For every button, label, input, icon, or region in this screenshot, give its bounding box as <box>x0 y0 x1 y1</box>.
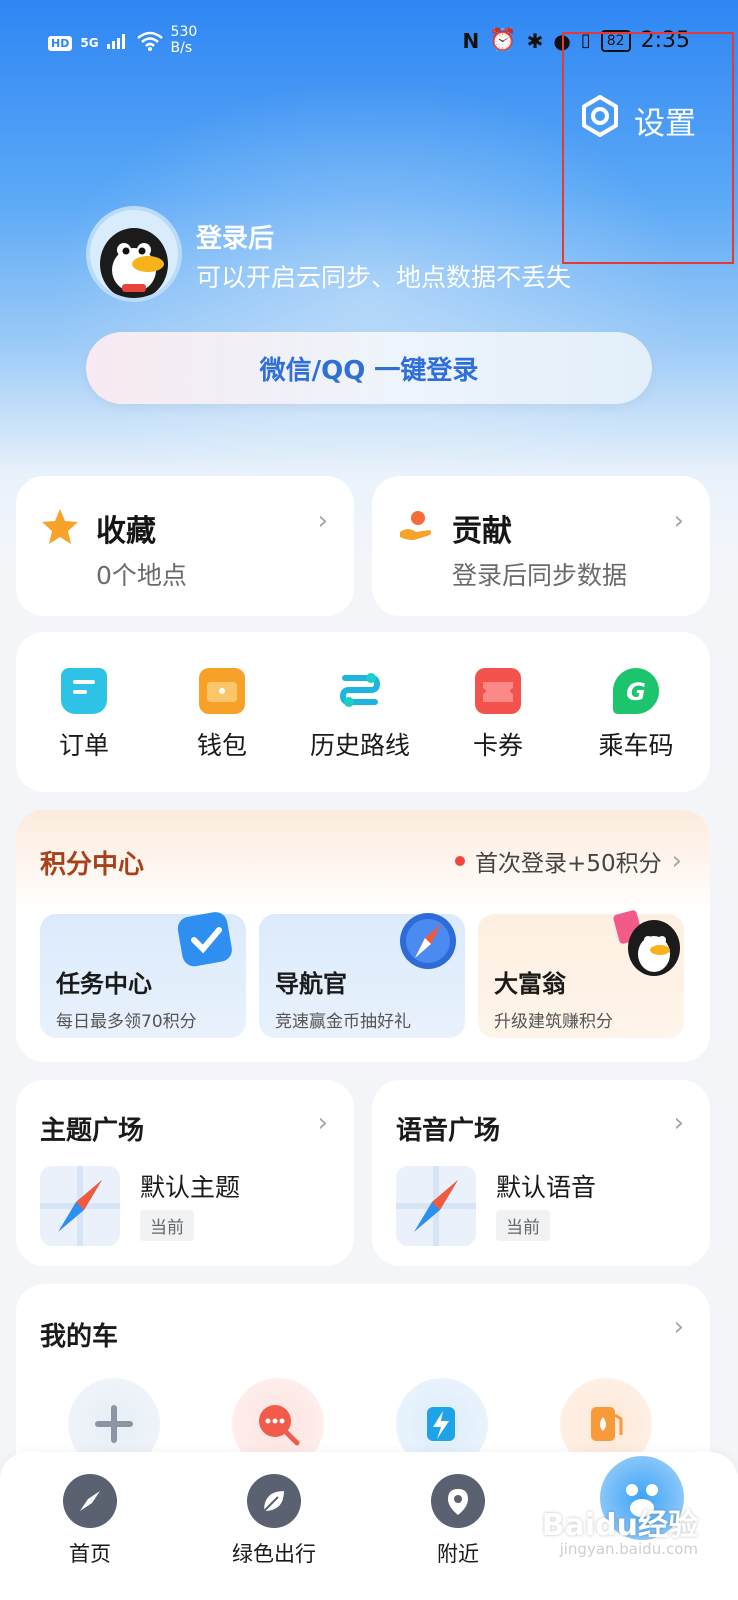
points-card-subtitle: 每日最多领70积分 <box>56 1012 197 1032</box>
plus-icon <box>95 1405 133 1443</box>
avatar[interactable] <box>86 206 182 302</box>
nav-home[interactable]: 首页 <box>30 1474 150 1568</box>
charging-station-icon <box>427 1407 455 1441</box>
nav-green-travel[interactable]: 绿色出行 <box>214 1474 334 1568</box>
tool-label: 订单 <box>58 731 109 760</box>
login-subtitle: 可以开启云同步、地点数据不丢失 <box>196 263 572 292</box>
chevron-right-icon: › <box>317 1108 328 1138</box>
settings-gear-icon <box>578 94 622 146</box>
default-voice-label: 默认语音 <box>496 1173 597 1202</box>
settings-label: 设置 <box>634 105 696 142</box>
tool-label: 历史路线 <box>309 731 410 760</box>
tool-order[interactable]: 订单 <box>16 668 152 762</box>
svg-text:G: G <box>626 678 646 706</box>
signal-bars-icon <box>106 33 129 53</box>
points-card-subtitle: 升级建筑赚积分 <box>494 1012 613 1032</box>
contribution-card[interactable]: 贡献 登录后同步数据 › <box>372 476 710 616</box>
promo-text: 首次登录+50积分 <box>475 851 662 877</box>
points-center-title: 积分中心 <box>40 850 145 880</box>
wallet-icon <box>199 668 245 714</box>
map-pin-icon <box>431 1474 485 1528</box>
chevron-right-icon: › <box>671 846 682 876</box>
penguin-card-icon <box>608 904 684 984</box>
fuel-pump-icon <box>591 1407 623 1441</box>
alarm-icon: ⏰ <box>489 28 517 53</box>
leaf-icon <box>247 1474 301 1528</box>
hd-badge: HD <box>48 35 73 51</box>
contribution-subtitle: 登录后同步数据 <box>452 561 628 590</box>
settings-highlight-box: 设置 <box>562 32 734 264</box>
chevron-right-icon: › <box>673 506 684 536</box>
favorites-title: 收藏 <box>96 514 156 549</box>
nfc-icon: N <box>462 28 480 53</box>
first-login-promo[interactable]: 首次登录+50积分 › <box>455 844 682 878</box>
wechat-qq-login-button[interactable]: 微信/QQ 一键登录 <box>86 332 652 404</box>
points-center-card: 积分中心 首次登录+50积分 › 任务中心 每日最多领70积分 导航官 竞速赢金… <box>16 810 710 1062</box>
task-center-card[interactable]: 任务中心 每日最多领70积分 <box>40 912 246 1038</box>
red-dot-icon <box>455 856 466 866</box>
order-icon <box>61 668 107 714</box>
navigator-card[interactable]: 导航官 竞速赢金币抽好礼 <box>259 913 465 1038</box>
nav-label: 附近 <box>437 1542 479 1566</box>
coupon-icon <box>475 668 521 714</box>
current-tag: 当前 <box>496 1210 550 1241</box>
default-voice-thumbnail <box>396 1166 476 1246</box>
baidu-watermark: Baidu经验 <box>541 1508 698 1543</box>
theme-square-card[interactable]: 主题广场 › 默认主题 当前 <box>16 1080 354 1266</box>
tool-label: 乘车码 <box>598 731 674 760</box>
wifi-icon <box>136 31 163 55</box>
tool-label: 卡券 <box>472 731 523 760</box>
star-icon <box>40 506 80 550</box>
route-icon <box>337 668 383 714</box>
tool-coupon[interactable]: 卡券 <box>430 668 566 762</box>
my-car-title: 我的车 <box>40 1322 119 1352</box>
tool-wallet[interactable]: 钱包 <box>154 668 290 762</box>
chat-search-icon <box>259 1405 300 1446</box>
voice-square-card[interactable]: 语音广场 › 默认语音 当前 <box>372 1080 710 1266</box>
compass-icon <box>63 1474 117 1528</box>
default-theme-thumbnail <box>40 1166 120 1246</box>
nav-nearby[interactable]: 附近 <box>398 1474 518 1568</box>
signal-icon: 5G <box>80 36 99 50</box>
nav-label: 首页 <box>69 1542 111 1566</box>
contribution-hand-icon <box>396 506 436 550</box>
baidu-watermark-url: jingyan.baidu.com <box>559 1540 698 1558</box>
voice-square-title: 语音广场 <box>396 1116 501 1146</box>
login-title: 登录后 <box>196 224 275 254</box>
penguin-avatar-icon <box>100 228 168 298</box>
nav-label: 绿色出行 <box>232 1542 316 1566</box>
tools-card: 订单 钱包 历史路线 卡券 G 乘车码 <box>16 632 710 792</box>
checkbox-badge-icon <box>174 908 238 976</box>
points-card-subtitle: 竞速赢金币抽好礼 <box>275 1012 411 1032</box>
favorites-subtitle: 0个地点 <box>96 561 187 590</box>
favorites-card[interactable]: 收藏 0个地点 › <box>16 476 354 616</box>
contribution-title: 贡献 <box>452 514 512 549</box>
chevron-right-icon[interactable]: › <box>674 1312 684 1342</box>
chevron-right-icon: › <box>673 1108 684 1138</box>
bluetooth-icon: ✱ <box>526 28 544 53</box>
chevron-right-icon: › <box>317 506 328 536</box>
compass-badge-icon <box>393 906 463 980</box>
tool-history-route[interactable]: 历史路线 <box>292 668 428 762</box>
ride-code-icon: G <box>613 668 659 714</box>
current-tag: 当前 <box>140 1210 194 1241</box>
default-theme-label: 默认主题 <box>140 1173 241 1202</box>
net-speed: 530 B/s <box>170 24 198 56</box>
tool-ride-code[interactable]: G 乘车码 <box>568 668 704 762</box>
theme-square-title: 主题广场 <box>40 1116 145 1146</box>
settings-button[interactable]: 设置 <box>578 94 696 146</box>
monopoly-card[interactable]: 大富翁 升级建筑赚积分 <box>478 910 684 1038</box>
tool-label: 钱包 <box>196 731 247 760</box>
